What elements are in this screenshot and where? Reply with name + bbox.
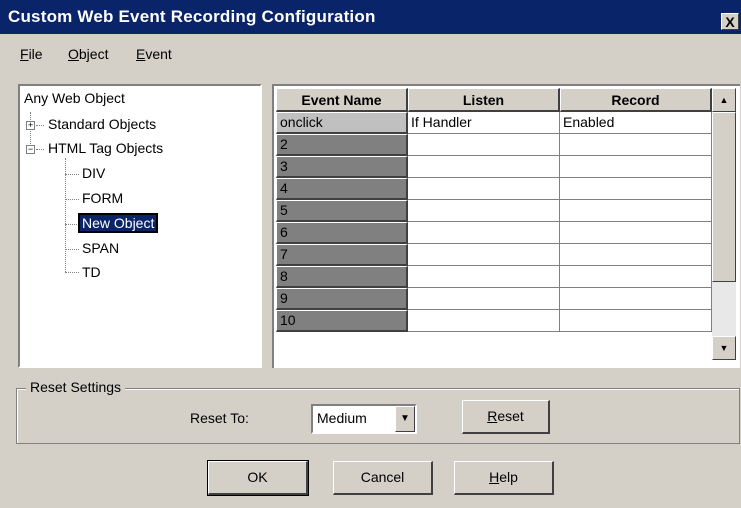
scroll-thumb[interactable] <box>712 112 736 282</box>
tree-line <box>36 149 44 150</box>
cell-record[interactable] <box>560 178 712 200</box>
vertical-scrollbar[interactable]: ▲ ▼ <box>712 88 736 360</box>
reset-button-label: eset <box>497 408 524 424</box>
close-icon: X <box>725 14 735 30</box>
cell-record[interactable]: Enabled <box>560 112 712 134</box>
help-button-label: elp <box>499 469 518 485</box>
row-event-name[interactable]: 8 <box>276 266 408 288</box>
row-event-name[interactable]: 7 <box>276 244 408 266</box>
menu-object-label: bject <box>78 46 109 62</box>
collapse-icon[interactable]: − <box>26 145 35 154</box>
column-header-record[interactable]: Record <box>560 88 712 112</box>
reset-to-label: Reset To: <box>190 410 249 426</box>
tree-html-tag-objects[interactable]: HTML Tag Objects <box>48 140 163 156</box>
cell-listen[interactable] <box>408 156 560 178</box>
tree-line <box>65 224 79 225</box>
row-event-name[interactable]: onclick <box>276 112 408 134</box>
reset-button[interactable]: Reset <box>462 400 550 434</box>
tree-item-new-object[interactable]: New Object <box>78 213 159 233</box>
tree-root[interactable]: Any Web Object <box>24 90 125 106</box>
row-event-name[interactable]: 3 <box>276 156 408 178</box>
reset-level-value: Medium <box>317 410 367 426</box>
tree-line <box>65 249 79 250</box>
menu-object[interactable]: Object <box>68 46 108 62</box>
row-event-name[interactable]: 10 <box>276 310 408 332</box>
cell-record[interactable] <box>560 200 712 222</box>
cell-listen[interactable] <box>408 310 560 332</box>
tree-line <box>36 125 44 126</box>
ok-button[interactable]: OK <box>207 460 309 496</box>
tree-line <box>65 272 79 273</box>
tree-item-form[interactable]: FORM <box>82 190 123 206</box>
cell-record[interactable] <box>560 266 712 288</box>
menu-file[interactable]: File <box>20 46 43 62</box>
menu-object-accel: O <box>68 46 79 62</box>
chevron-down-icon[interactable]: ▼ <box>395 406 415 432</box>
row-event-name[interactable]: 2 <box>276 134 408 156</box>
tree-line <box>65 174 79 175</box>
cell-listen[interactable] <box>408 178 560 200</box>
cell-listen[interactable] <box>408 288 560 310</box>
tree-item-span[interactable]: SPAN <box>82 240 119 256</box>
column-header-event-name[interactable]: Event Name <box>276 88 408 112</box>
scroll-down-icon[interactable]: ▼ <box>712 336 736 360</box>
reset-level-select[interactable]: Medium ▼ <box>311 404 417 434</box>
menu-event-label: vent <box>145 46 172 62</box>
tree-line <box>65 158 66 272</box>
expand-icon[interactable]: + <box>26 121 35 130</box>
column-header-listen[interactable]: Listen <box>408 88 560 112</box>
menu-file-accel: F <box>20 46 29 62</box>
row-event-name[interactable]: 6 <box>276 222 408 244</box>
help-button-accel: H <box>489 469 500 485</box>
cell-record[interactable] <box>560 288 712 310</box>
cell-record[interactable] <box>560 310 712 332</box>
tree-item-div[interactable]: DIV <box>82 165 105 181</box>
cell-record[interactable] <box>560 222 712 244</box>
cell-listen[interactable] <box>408 244 560 266</box>
row-event-name[interactable]: 4 <box>276 178 408 200</box>
object-tree[interactable]: Any Web Object + Standard Objects − HTML… <box>18 84 262 368</box>
menu-event-accel: E <box>136 46 146 62</box>
cell-record[interactable] <box>560 156 712 178</box>
tree-standard-objects[interactable]: Standard Objects <box>48 116 156 132</box>
tree-item-td[interactable]: TD <box>82 264 101 280</box>
cancel-button[interactable]: Cancel <box>333 461 433 495</box>
event-grid[interactable]: Event Name Listen Record onclick If Hand… <box>272 84 740 368</box>
cell-record[interactable] <box>560 134 712 156</box>
reset-settings-title: Reset Settings <box>26 379 126 395</box>
menu-event[interactable]: Event <box>136 46 172 62</box>
menu-file-label: ile <box>28 46 43 62</box>
cell-listen[interactable] <box>408 134 560 156</box>
title-bar: Custom Web Event Recording Configuration… <box>0 0 741 34</box>
help-button[interactable]: Help <box>454 461 554 495</box>
reset-button-accel: R <box>487 408 498 424</box>
cell-listen[interactable]: If Handler <box>408 112 560 134</box>
cell-listen[interactable] <box>408 222 560 244</box>
tree-line <box>65 199 79 200</box>
row-event-name[interactable]: 5 <box>276 200 408 222</box>
cell-listen[interactable] <box>408 266 560 288</box>
row-event-name[interactable]: 9 <box>276 288 408 310</box>
close-button[interactable]: X <box>721 13 739 30</box>
cell-record[interactable] <box>560 244 712 266</box>
scroll-up-icon[interactable]: ▲ <box>712 88 736 112</box>
cell-listen[interactable] <box>408 200 560 222</box>
menu-bar: File Object Event <box>0 34 741 76</box>
window-title: Custom Web Event Recording Configuration <box>8 7 376 26</box>
